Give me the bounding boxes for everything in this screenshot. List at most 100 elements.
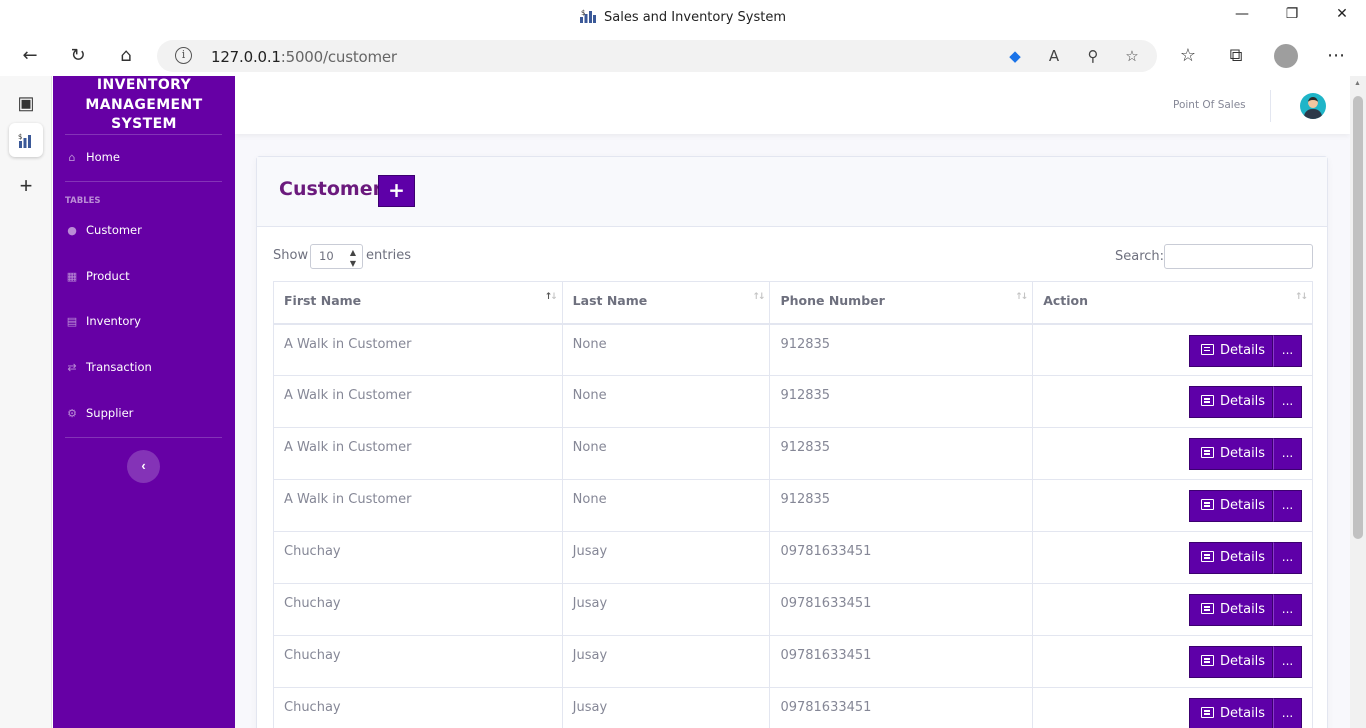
url-path: :5000/customer	[280, 48, 397, 66]
column-header-first-name[interactable]: First Name ↑↓	[273, 281, 563, 325]
cell-last-name: None	[561, 323, 771, 376]
column-header-action[interactable]: Action ↑↓	[1032, 281, 1313, 325]
add-customer-button[interactable]: +	[378, 175, 415, 207]
cell-first-name: Chuchay	[273, 687, 563, 728]
cell-action: Details...	[1032, 687, 1313, 728]
cell-last-name: None	[561, 375, 771, 428]
column-header-last-name[interactable]: Last Name ↑↓	[561, 281, 771, 325]
favorites-icon[interactable]: ☆	[1173, 42, 1203, 70]
more-actions-button[interactable]: ...	[1273, 594, 1302, 626]
scrollbar-thumb[interactable]	[1353, 96, 1363, 539]
sidebar-item-supplier[interactable]: ⚙ Supplier	[66, 403, 133, 423]
details-label: Details	[1220, 394, 1266, 409]
refresh-icon[interactable]: ↻	[63, 42, 93, 70]
home-icon: ⌂	[68, 151, 76, 164]
details-label: Details	[1220, 706, 1266, 721]
column-header-phone-number[interactable]: Phone Number ↑↓	[769, 281, 1034, 325]
cell-last-name: Jusay	[561, 635, 771, 688]
more-actions-button[interactable]: ...	[1273, 386, 1302, 418]
sidebar-item-product[interactable]: ▦ Product	[66, 266, 130, 286]
sidebar-item-home[interactable]: ⌂ Home	[66, 147, 120, 167]
minimize-button[interactable]: —	[1227, 6, 1257, 30]
customer-table: First Name ↑↓ Last Name ↑↓ Phone Number ↑↓ …	[273, 281, 1313, 728]
point-of-sales-link[interactable]: Point Of Sales	[1173, 99, 1246, 111]
sidebar-item-label: Supplier	[86, 406, 134, 420]
more-actions-button[interactable]: ...	[1273, 698, 1302, 728]
more-actions-button[interactable]: ...	[1273, 438, 1302, 470]
user-avatar[interactable]	[1300, 93, 1326, 119]
sidebar-divider	[65, 134, 222, 135]
cell-first-name: A Walk in Customer	[273, 375, 563, 428]
details-button[interactable]: Details	[1189, 386, 1273, 418]
details-button[interactable]: Details	[1189, 542, 1273, 574]
collections-icon[interactable]: ⧉	[1221, 42, 1251, 70]
details-button[interactable]: Details	[1189, 490, 1273, 522]
page-scrollbar[interactable]: ▲	[1350, 76, 1366, 728]
sidebar-item-customer[interactable]: ● Customer	[66, 220, 142, 240]
select-spinner-icon: ▲ ▼	[349, 248, 356, 268]
add-favorite-icon[interactable]: ☆	[1121, 45, 1143, 67]
avatar-body	[1304, 109, 1322, 119]
sort-icon: ↑↓	[1015, 292, 1028, 302]
cell-last-name: Jusay	[561, 687, 771, 728]
cell-first-name: Chuchay	[273, 635, 563, 688]
scroll-up-arrow-icon[interactable]: ▲	[1354, 80, 1361, 87]
action-button-group: Details...	[1189, 594, 1302, 626]
list-alt-icon	[1201, 395, 1214, 406]
sidebar-item-transaction[interactable]: ⇄ Transaction	[66, 357, 152, 377]
sidebar-heading: TABLES	[65, 196, 101, 206]
cell-action: Details...	[1032, 531, 1313, 584]
column-label: Phone Number	[780, 293, 885, 308]
cogs-icon: ⚙	[67, 407, 77, 420]
cell-action: Details...	[1032, 635, 1313, 688]
close-window-button[interactable]: ✕	[1327, 6, 1357, 30]
sidebar-item-label: Inventory	[86, 314, 141, 328]
details-button[interactable]: Details	[1189, 594, 1273, 626]
brand-line-1: INVENTORY	[96, 77, 192, 93]
table-icon: ▦	[66, 270, 78, 283]
cell-phone-number: 09781633451	[769, 635, 1034, 688]
sidebar-item-label: Transaction	[86, 360, 152, 374]
site-info-icon[interactable]: i	[175, 47, 192, 64]
sidebar-brand[interactable]: INVENTORY MANAGEMENT SYSTEM	[53, 76, 235, 135]
more-actions-button[interactable]: ...	[1273, 646, 1302, 678]
new-tab-plus-icon[interactable]: +	[9, 169, 43, 203]
sidebar-divider	[65, 437, 222, 438]
sidebar-item-inventory[interactable]: ▤ Inventory	[66, 311, 141, 331]
sidebar-item-label: Home	[86, 150, 120, 164]
back-arrow-icon[interactable]: ←	[15, 42, 45, 70]
profile-avatar-icon[interactable]	[1271, 42, 1301, 70]
sidebar-toggle-button[interactable]: ‹	[127, 450, 160, 483]
details-button[interactable]: Details	[1189, 438, 1273, 470]
home-icon[interactable]: ⌂	[111, 42, 141, 70]
more-menu-icon[interactable]: ⋯	[1321, 42, 1351, 70]
details-button[interactable]: Details	[1189, 334, 1273, 367]
table-header-row: First Name ↑↓ Last Name ↑↓ Phone Number ↑↓ …	[273, 281, 1313, 325]
entries-label: entries	[366, 248, 412, 263]
restore-button[interactable]: ❐	[1277, 6, 1307, 30]
more-actions-button[interactable]: ...	[1273, 490, 1302, 522]
more-actions-button[interactable]: ...	[1273, 334, 1302, 367]
cell-last-name: Jusay	[561, 531, 771, 584]
window-title: Sales and Inventory System	[603, 10, 787, 25]
page-length-select[interactable]: 10 ▲ ▼	[310, 244, 363, 269]
search-input[interactable]	[1164, 244, 1313, 269]
vertical-tab-strip: ▣ $ +	[0, 76, 52, 728]
address-bar[interactable]: i 127.0.0.1:5000/customer ◆ A ⚲ ☆	[157, 40, 1157, 72]
cell-phone-number: 09781633451	[769, 531, 1034, 584]
read-aloud-icon[interactable]: A	[1043, 45, 1065, 67]
shopping-tag-icon[interactable]: ◆	[1004, 45, 1026, 67]
show-label: Show	[273, 248, 309, 263]
sidebar-divider	[65, 181, 222, 182]
table-row: A Walk in Customer None 912835 Details...	[273, 323, 1313, 376]
more-actions-button[interactable]: ...	[1273, 542, 1302, 574]
active-tab-chart-icon[interactable]: $	[9, 123, 43, 157]
cell-action: Details...	[1032, 479, 1313, 532]
zoom-out-icon[interactable]: ⚲	[1082, 45, 1104, 67]
tab-actions-icon[interactable]: ▣	[9, 86, 43, 120]
details-button[interactable]: Details	[1189, 698, 1273, 728]
details-label: Details	[1220, 498, 1266, 513]
url-text[interactable]: 127.0.0.1:5000/customer	[211, 48, 397, 66]
details-button[interactable]: Details	[1189, 646, 1273, 678]
main-content: Point Of Sales Customer + Show 10 ▲ ▼ ent…	[235, 76, 1350, 728]
